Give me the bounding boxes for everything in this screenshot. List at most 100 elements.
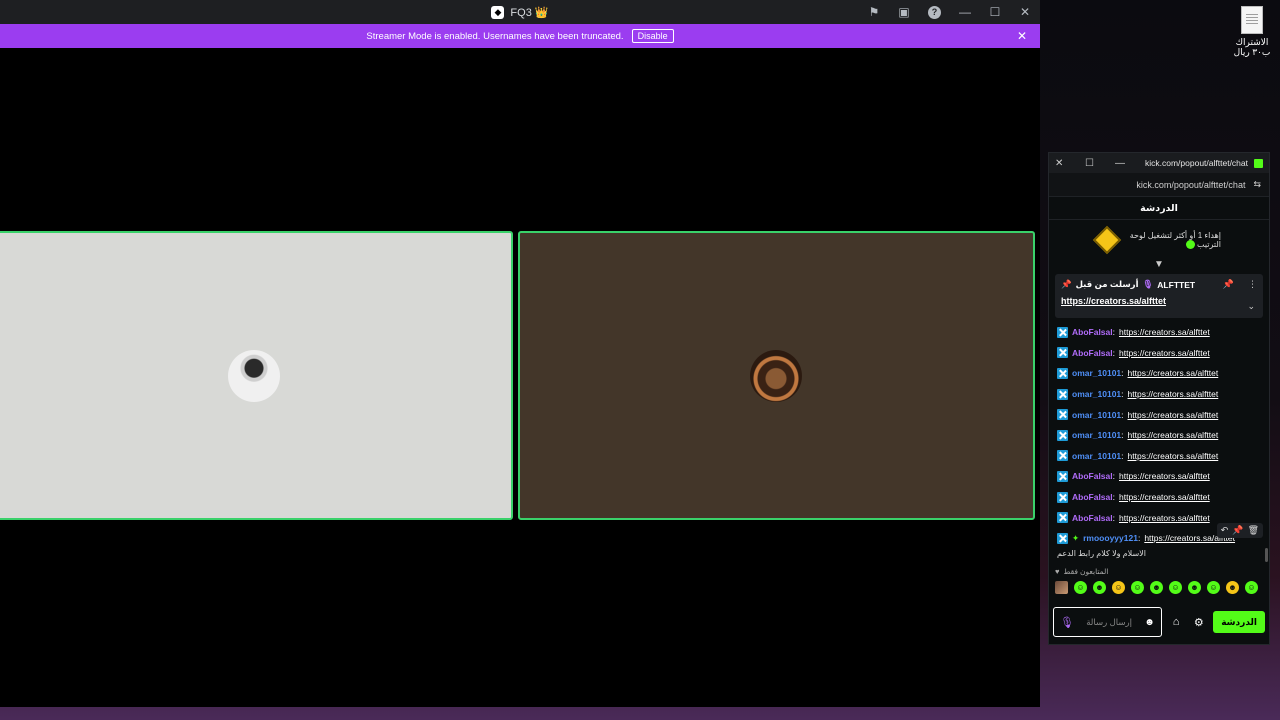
moderator-badge-icon (1057, 388, 1068, 400)
chat-message[interactable]: omar_10101: https://creators.sa/alfttet (1057, 363, 1261, 384)
emote-lol-icon[interactable]: ☻ (1188, 580, 1201, 594)
reply-icon[interactable]: ↶ (1221, 525, 1229, 536)
chevron-down-icon[interactable]: ⌄ (1247, 301, 1255, 312)
emote-cry-icon[interactable]: ☺ (1207, 580, 1220, 594)
goal-label: إهداء 1 أو أكثر لتشغيل لوحة الترتيب (1129, 230, 1221, 249)
desktop-file[interactable]: الاشتراك ب٣٠ ريال (1228, 6, 1276, 57)
emote-photo-icon[interactable] (1055, 580, 1068, 594)
unpin-icon[interactable]: 📌 (1223, 279, 1234, 290)
colon-separator: : (1121, 368, 1124, 379)
chat-message[interactable]: omar_10101: https://creators.sa/alfttet (1057, 425, 1261, 446)
pinned-author-name: ALFTTET (1157, 279, 1196, 290)
maximize-icon[interactable]: ☐ (1085, 158, 1115, 169)
leaderboard-gem-icon (1092, 225, 1122, 255)
chat-message[interactable]: AboFalsal: https://creators.sa/alfttet (1057, 466, 1261, 487)
pin-message-icon[interactable]: 📌 (1232, 525, 1243, 536)
chat-message[interactable]: AboFalsal: https://creators.sa/alfttet (1057, 487, 1261, 508)
delete-icon[interactable]: 🗑 (1248, 525, 1259, 536)
colon-separator: : (1121, 409, 1124, 420)
desktop-file-label: الاشتراك ب٣٠ ريال (1233, 37, 1271, 57)
help-icon[interactable]: ? (928, 5, 941, 19)
close-icon[interactable]: ✕ (1017, 29, 1027, 43)
window-controls: ⚑ ▣ ? — ☐ ✕ (859, 0, 1040, 24)
chat-link[interactable]: https://creators.sa/alfttet (1119, 327, 1210, 337)
chat-message[interactable]: omar_10101: https://creators.sa/alfttet (1057, 384, 1261, 405)
window-title: ◆ FQ3 👑 (491, 5, 549, 19)
close-icon[interactable]: ✕ (1055, 158, 1085, 169)
colon-separator: : (1121, 430, 1124, 441)
collapse-arrow-icon[interactable]: ▼ (1049, 260, 1269, 270)
moderator-badge-icon (1057, 429, 1068, 441)
site-settings-icon[interactable]: ⇆ (1253, 179, 1261, 190)
participant-tile-right[interactable] (518, 231, 1035, 520)
mic-icon[interactable]: 🎙 (1060, 616, 1074, 629)
chat-username[interactable]: AboFalsal (1072, 471, 1113, 481)
chat-link[interactable]: https://creators.sa/alfttet (1119, 492, 1210, 502)
chat-link[interactable]: https://creators.sa/alfttet (1128, 368, 1219, 378)
chat-username[interactable]: omar_10101 (1072, 430, 1121, 440)
emote-kick-icon[interactable]: ☺ (1245, 580, 1258, 594)
gift-goal[interactable]: إهداء 1 أو أكثر لتشغيل لوحة الترتيب (1049, 220, 1269, 260)
chat-link[interactable]: https://creators.sa/alfttet (1128, 430, 1219, 440)
inbox-icon[interactable]: ▣ (889, 5, 919, 19)
scrollbar[interactable] (1265, 548, 1268, 562)
emote-wink-icon[interactable]: ☺ (1131, 580, 1144, 594)
chat-message[interactable]: omar_10101: https://creators.sa/alfttet (1057, 446, 1261, 467)
chat-link[interactable]: https://creators.sa/alfttet (1119, 348, 1210, 358)
participant-tile-left[interactable] (0, 231, 513, 520)
emoji-icon[interactable]: ☻ (1144, 617, 1155, 628)
emote-grin-icon[interactable]: ☺ (1112, 580, 1125, 594)
disable-button[interactable]: Disable (631, 29, 674, 43)
discord-window: ◆ FQ3 👑 ⚑ ▣ ? — ☐ ✕ Streamer Mode is ena… (0, 0, 1040, 707)
chat-link[interactable]: https://creators.sa/alfttet (1128, 451, 1219, 461)
send-button[interactable]: الدردشة (1213, 611, 1265, 633)
message-actions: ↶ 📌 🗑 (1216, 523, 1263, 538)
inbox-flag-icon[interactable]: ⚑ (859, 5, 889, 19)
chat-link[interactable]: https://creators.sa/alfttet (1128, 410, 1219, 420)
pin-icon: 📌 (1061, 279, 1072, 289)
emote-cool-icon[interactable]: ☻ (1150, 580, 1163, 594)
moderator-badge-icon (1057, 326, 1068, 338)
emote-laugh-icon[interactable]: ☻ (1093, 580, 1106, 594)
streamer-mode-banner: Streamer Mode is enabled. Usernames have… (0, 24, 1040, 48)
minimize-icon[interactable]: — (1115, 158, 1145, 169)
followers-only-text: المتابعون فقط (1063, 566, 1109, 576)
close-icon[interactable]: ✕ (1010, 5, 1040, 19)
pinned-actions: 📌 ⋮ (1223, 279, 1257, 290)
moderator-badge-icon (1057, 491, 1068, 503)
emote-section-label: المتابعون فقط ♥ (1055, 567, 1263, 576)
message-input[interactable]: 🎙 إرسال رسالة ☻ (1053, 607, 1162, 637)
emote-happy-icon[interactable]: ☺ (1169, 580, 1182, 594)
more-options-icon[interactable]: ⋮ (1248, 279, 1257, 290)
chat-link[interactable]: https://creators.sa/alfttet (1119, 471, 1210, 481)
chat-username[interactable]: omar_10101 (1072, 389, 1121, 399)
chat-username[interactable]: omar_10101 (1072, 368, 1121, 378)
store-icon[interactable]: ⌂ (1168, 616, 1185, 628)
gear-icon[interactable]: ⚙ (1190, 616, 1207, 629)
chat-username[interactable]: AboFalsal (1072, 492, 1113, 502)
chat-message[interactable]: omar_10101: https://creators.sa/alfttet (1057, 404, 1261, 425)
kick-coin-icon (1185, 240, 1195, 250)
chat-username[interactable]: AboFalsal (1072, 513, 1113, 523)
url-text[interactable]: kick.com/popout/alfttet/chat (1136, 180, 1245, 190)
banner-text: Streamer Mode is enabled. Usernames have… (366, 30, 624, 42)
pinned-author: 📌 أرسلت من قبل 🎙 ALFTTET (1061, 279, 1195, 290)
moderator-badge-icon (1057, 512, 1068, 524)
emote-row: ☺ ☻ ☺ ☺ ☻ ☺ ☻ ☺ ☻ ☺ (1055, 580, 1263, 594)
colon-separator: : (1121, 450, 1124, 461)
chat-message[interactable]: AboFalsal: https://creators.sa/alfttet (1057, 343, 1261, 364)
emote-smile-icon[interactable]: ☺ (1074, 580, 1087, 594)
chat-message[interactable]: AboFalsal: https://creators.sa/alfttet (1057, 322, 1261, 343)
pinned-message[interactable]: 📌 أرسلت من قبل 🎙 ALFTTET 📌 ⋮ https://cre… (1055, 274, 1263, 318)
chat-username[interactable]: AboFalsal (1072, 327, 1113, 337)
maximize-icon[interactable]: ☐ (980, 5, 1010, 19)
chat-username[interactable]: AboFalsal (1072, 348, 1113, 358)
chat-link[interactable]: https://creators.sa/alfttet (1119, 513, 1210, 523)
pinned-link[interactable]: https://creators.sa/alfttet (1061, 296, 1257, 306)
emote-shock-icon[interactable]: ☻ (1226, 580, 1239, 594)
chat-username[interactable]: rmoooyyy121 (1083, 533, 1138, 543)
chat-username[interactable]: omar_10101 (1072, 410, 1121, 420)
chat-link[interactable]: https://creators.sa/alfttet (1128, 389, 1219, 399)
chat-username[interactable]: omar_10101 (1072, 451, 1121, 461)
minimize-icon[interactable]: — (950, 5, 980, 19)
